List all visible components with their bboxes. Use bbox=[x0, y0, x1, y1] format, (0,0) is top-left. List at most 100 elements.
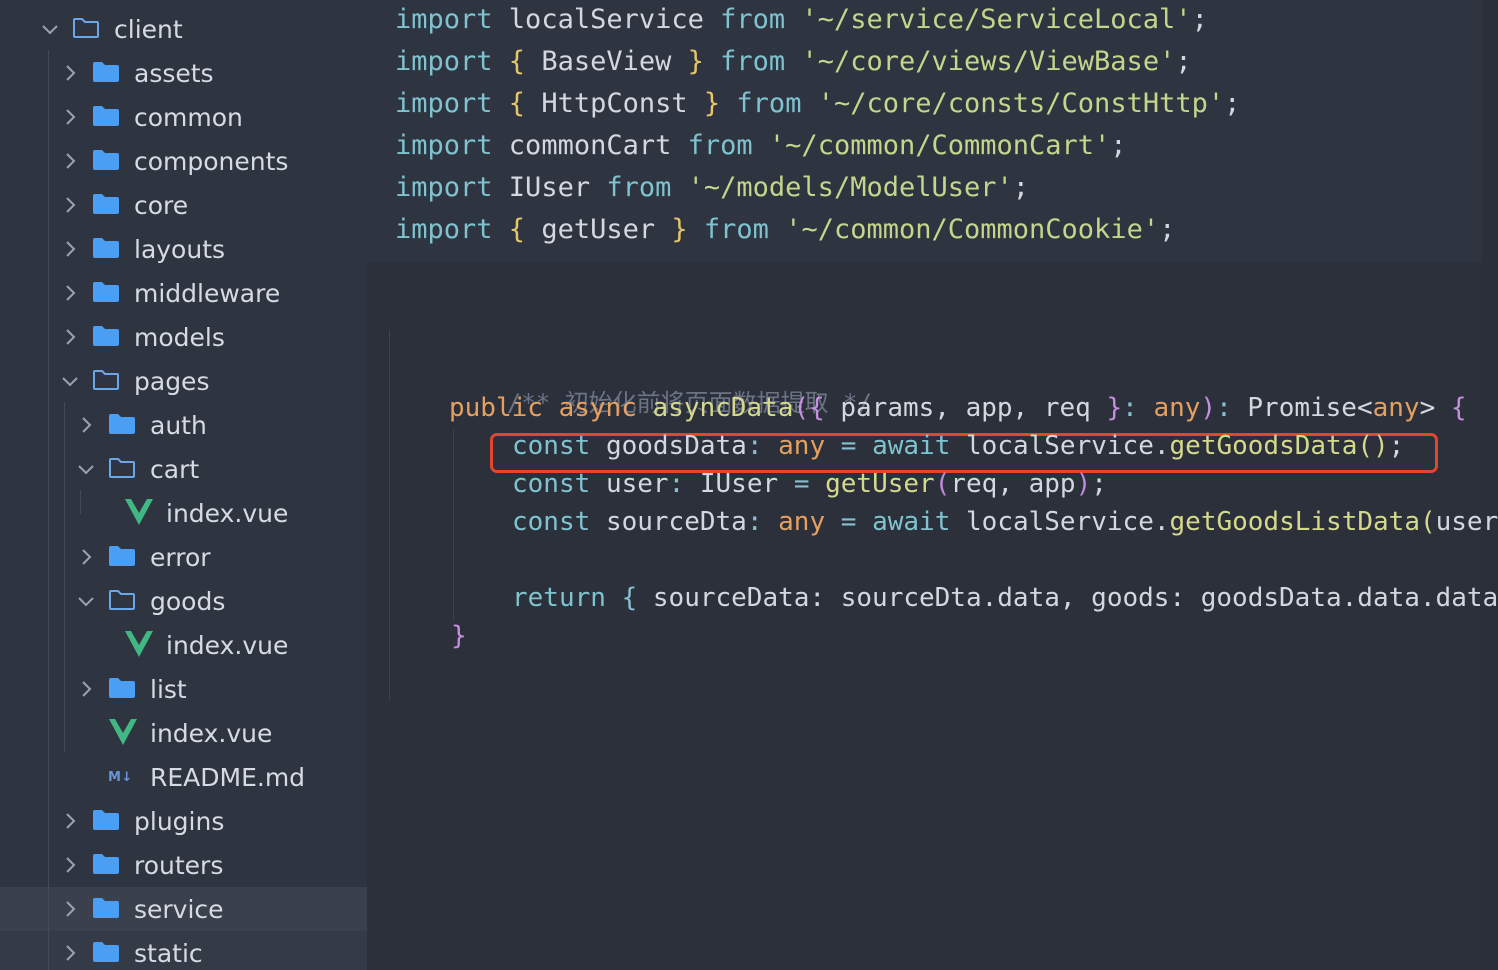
tree-item-list[interactable]: list bbox=[0, 667, 367, 711]
tree-item-auth[interactable]: auth bbox=[0, 403, 367, 447]
tree-item-plugins[interactable]: plugins bbox=[0, 799, 367, 843]
chevron-right-icon[interactable] bbox=[58, 105, 82, 129]
import-line: import localService from '~/service/Serv… bbox=[395, 4, 1208, 35]
brace: { bbox=[492, 214, 542, 245]
tree-item-static[interactable]: static bbox=[0, 931, 367, 970]
tree-item-layouts[interactable]: layouts bbox=[0, 227, 367, 271]
chevron-right-icon[interactable] bbox=[58, 193, 82, 217]
tree-item-index-vue[interactable]: index.vue bbox=[0, 623, 367, 667]
tree-item-label: common bbox=[134, 102, 243, 132]
chevron-right-icon[interactable] bbox=[58, 853, 82, 877]
chevron-down-icon[interactable] bbox=[38, 17, 62, 41]
semicolon: ; bbox=[1388, 431, 1405, 461]
chevron-right-icon[interactable] bbox=[58, 941, 82, 965]
keyword-return: return bbox=[512, 583, 606, 613]
import-path: '~/common/CommonCart' bbox=[768, 130, 1111, 161]
tree-item-common[interactable]: common bbox=[0, 95, 367, 139]
variable-name: user bbox=[605, 469, 669, 499]
tree-item-label: static bbox=[134, 938, 203, 968]
chevron-right-icon[interactable] bbox=[74, 677, 98, 701]
colon: : bbox=[746, 507, 763, 537]
folder-icon bbox=[92, 853, 122, 877]
brace: { bbox=[492, 46, 542, 77]
tree-indent-guide bbox=[64, 402, 65, 752]
chevron-right-icon[interactable] bbox=[58, 237, 82, 261]
import-line: import { getUser } from '~/common/Common… bbox=[395, 214, 1175, 245]
tree-item-label: README.md bbox=[150, 762, 306, 792]
colon: : bbox=[1216, 393, 1232, 423]
tree-item-readme-md[interactable]: M↓ README.md bbox=[0, 755, 367, 799]
tree-item-components[interactable]: components bbox=[0, 139, 367, 183]
keyword-const: const bbox=[512, 469, 591, 499]
code-editor[interactable]: import localService from '~/service/Serv… bbox=[367, 0, 1498, 970]
keyword-await: await bbox=[872, 431, 951, 461]
folder-icon bbox=[108, 545, 138, 569]
tree-item-label: assets bbox=[134, 58, 214, 88]
chevron-right-icon[interactable] bbox=[58, 325, 82, 349]
type-iuser: IUser bbox=[699, 469, 779, 499]
function-call: getUser bbox=[825, 469, 935, 499]
chevron-right-icon[interactable] bbox=[58, 149, 82, 173]
brace: } bbox=[671, 46, 721, 77]
colon: : bbox=[1122, 393, 1138, 423]
variable-name: sourceDta bbox=[605, 507, 747, 537]
tree-item-routers[interactable]: routers bbox=[0, 843, 367, 887]
tree-indent-guide bbox=[48, 50, 49, 970]
tree-item-middleware[interactable]: middleware bbox=[0, 271, 367, 315]
chevron-right-icon[interactable] bbox=[74, 545, 98, 569]
import-name: HttpConst bbox=[541, 88, 688, 119]
vue-icon bbox=[124, 498, 154, 528]
import-line: import IUser from '~/models/ModelUser'; bbox=[395, 172, 1029, 203]
keyword-public: public bbox=[449, 393, 543, 423]
tree-item-cart[interactable]: cart bbox=[0, 447, 367, 491]
function-signature: public async asyncData({ params, app, re… bbox=[449, 393, 1467, 423]
tree-item-core[interactable]: core bbox=[0, 183, 367, 227]
chevron-right-icon[interactable] bbox=[58, 897, 82, 921]
folder-icon bbox=[92, 193, 122, 217]
tree-item-index-vue[interactable]: index.vue bbox=[0, 491, 367, 535]
tree-item-pages[interactable]: pages bbox=[0, 359, 367, 403]
keyword-import: import bbox=[395, 88, 493, 119]
import-name: localService bbox=[492, 4, 721, 35]
chevron-right-icon[interactable] bbox=[58, 809, 82, 833]
tree-item-label: core bbox=[134, 190, 189, 220]
brace: { bbox=[621, 583, 638, 613]
chevron-right-icon[interactable] bbox=[58, 281, 82, 305]
tree-item-goods[interactable]: goods bbox=[0, 579, 367, 623]
return-object: sourceData: sourceDta.data, goods: goods… bbox=[637, 583, 1498, 613]
tree-item-service[interactable]: service bbox=[0, 887, 367, 931]
keyword-import: import bbox=[395, 214, 493, 245]
tree-item-index-vue[interactable]: index.vue bbox=[0, 711, 367, 755]
tree-item-label: pages bbox=[134, 366, 210, 396]
editor-scrollbar[interactable] bbox=[1482, 0, 1498, 970]
arguments: user. bbox=[1435, 507, 1498, 537]
tree-item-models[interactable]: models bbox=[0, 315, 367, 359]
tree-item-label: goods bbox=[150, 586, 226, 616]
folder-icon bbox=[108, 677, 138, 701]
tree-item-label: cart bbox=[150, 454, 200, 484]
method-call: getGoodsData bbox=[1169, 431, 1358, 461]
brace: } bbox=[687, 88, 737, 119]
keyword-from: from bbox=[703, 214, 769, 245]
tree-item-error[interactable]: error bbox=[0, 535, 367, 579]
chevron-right-icon[interactable] bbox=[58, 61, 82, 85]
import-line: import { BaseView } from '~/core/views/V… bbox=[395, 46, 1192, 77]
tree-item-assets[interactable]: assets bbox=[0, 51, 367, 95]
chevron-right-icon[interactable] bbox=[74, 413, 98, 437]
tree-item-client[interactable]: client bbox=[0, 7, 367, 51]
chevron-down-icon[interactable] bbox=[58, 369, 82, 393]
import-name: BaseView bbox=[541, 46, 672, 77]
import-name: getUser bbox=[541, 214, 656, 245]
tree-item-label: auth bbox=[150, 410, 207, 440]
import-path: '~/common/CommonCookie' bbox=[785, 214, 1160, 245]
object-ref: localService. bbox=[966, 431, 1170, 461]
keyword-from: from bbox=[720, 46, 786, 77]
keyword-const: const bbox=[512, 431, 591, 461]
semicolon: ; bbox=[1191, 4, 1208, 35]
chevron-down-icon[interactable] bbox=[74, 589, 98, 613]
chevron-down-icon[interactable] bbox=[74, 457, 98, 481]
variable-name: goodsData bbox=[605, 431, 747, 461]
